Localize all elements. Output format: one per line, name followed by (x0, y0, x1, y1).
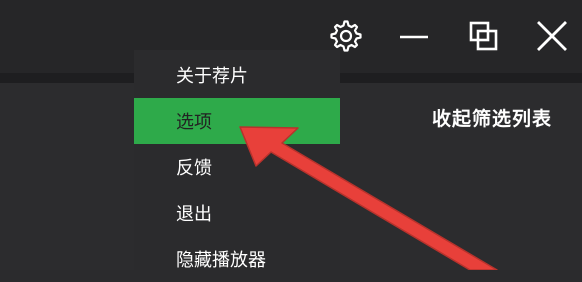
minimize-button[interactable] (394, 16, 434, 56)
close-button[interactable] (532, 16, 572, 56)
restore-icon (469, 21, 498, 51)
menu-item-exit[interactable]: 退出 (134, 190, 340, 236)
restore-button[interactable] (463, 16, 503, 56)
menu-item-feedback[interactable]: 反馈 (134, 144, 340, 190)
close-icon (537, 21, 567, 51)
collapse-filter-list-button[interactable]: 收起筛选列表 (432, 104, 552, 131)
menu-item-label: 隐藏播放器 (176, 250, 266, 271)
menu-item-about[interactable]: 关于荐片 (134, 52, 340, 98)
menu-item-hide-player[interactable]: 隐藏播放器 (134, 236, 340, 282)
menu-item-label: 关于荐片 (176, 66, 248, 87)
menu-item-label: 选项 (176, 112, 212, 133)
gear-icon (330, 20, 362, 52)
menu-item-label: 退出 (176, 204, 212, 225)
menu-item-options[interactable]: 选项 (134, 98, 340, 144)
menu-item-label: 反馈 (176, 158, 212, 179)
settings-dropdown-menu: 关于荐片 选项 反馈 退出 隐藏播放器 (134, 50, 340, 280)
minimize-icon (400, 35, 428, 39)
